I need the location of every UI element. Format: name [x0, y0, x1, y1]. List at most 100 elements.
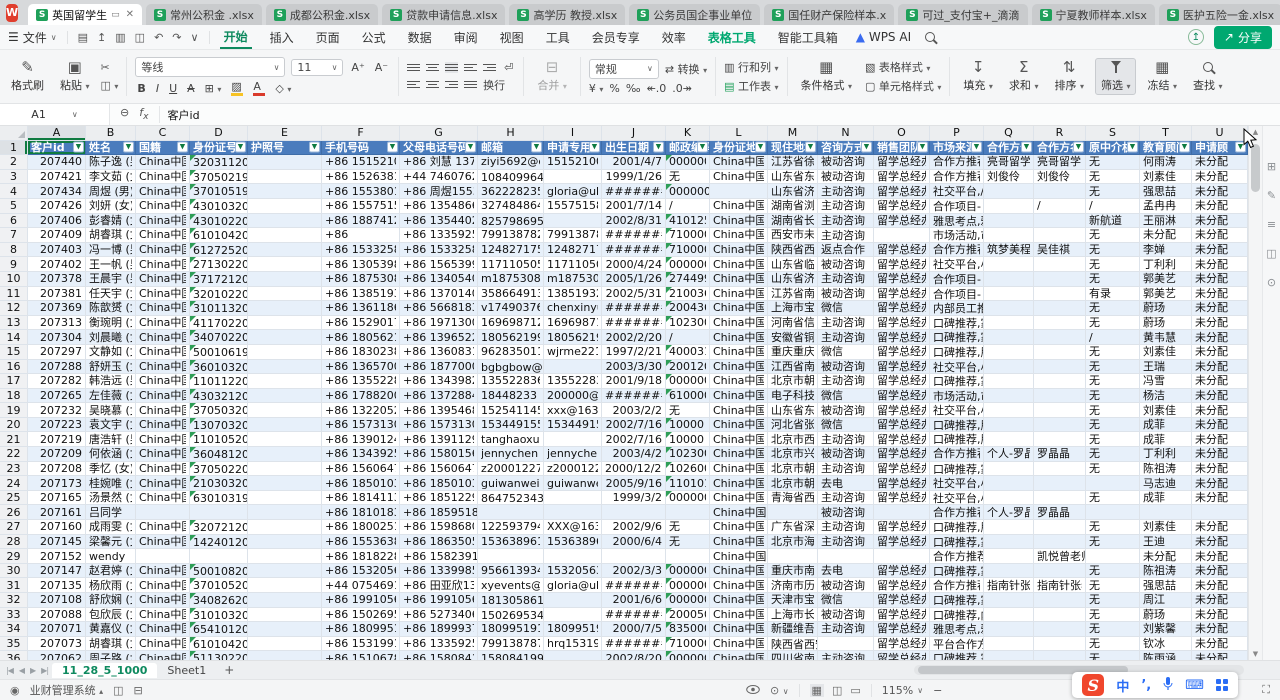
cell[interactable]: 000000 — [666, 491, 710, 506]
cell[interactable]: 370105199411221118 — [190, 184, 248, 199]
cell[interactable]: 271302200004241013 — [190, 257, 248, 272]
header-cell[interactable]: 手机号码▼ — [322, 141, 400, 156]
cell[interactable]: 雅思考点,雅思 — [930, 214, 984, 229]
cell[interactable]: 1999/1/26 — [602, 170, 666, 185]
zoom-out-button[interactable]: − — [933, 684, 942, 697]
prev-sheet-icon[interactable]: ◀ — [17, 666, 26, 675]
cell[interactable]: 江西省南昌 — [768, 360, 818, 375]
cell[interactable] — [544, 214, 602, 229]
cell[interactable]: xyevents@ — [478, 578, 544, 593]
cell[interactable]: 207313 — [28, 316, 86, 331]
cell[interactable]: 180995191 — [478, 622, 544, 637]
cell[interactable]: 710000 — [666, 243, 710, 258]
cell[interactable]: 无 — [1086, 491, 1140, 506]
cell[interactable]: 汤景然 (女 — [86, 491, 136, 506]
cell[interactable] — [248, 505, 322, 520]
cell[interactable] — [544, 608, 602, 623]
cell[interactable]: 2002/8/20 — [602, 651, 666, 660]
menu-tab-工具[interactable]: 工具 — [542, 27, 574, 48]
cell[interactable]: China中国 — [710, 622, 768, 637]
cell[interactable]: 口碑推荐,朋友 — [930, 345, 984, 360]
font-family-select[interactable]: 等线∨ — [135, 57, 285, 77]
cell[interactable]: +86 56681836 — [400, 301, 478, 316]
cell[interactable]: 207152 — [28, 549, 86, 564]
cell[interactable]: 207088 — [28, 608, 86, 623]
cell[interactable] — [248, 403, 322, 418]
cell[interactable] — [984, 403, 1034, 418]
document-tab[interactable]: S高学历 教授.xlsx — [509, 4, 625, 25]
cell[interactable]: 169698712 — [478, 316, 544, 331]
document-tab[interactable]: S可过_支付宝+_滴滴 — [898, 4, 1027, 25]
cell[interactable]: 主动咨询 — [818, 214, 874, 229]
cell[interactable]: 无 — [1086, 272, 1140, 287]
cell[interactable] — [248, 651, 322, 660]
share-button[interactable]: ↗分享 — [1214, 26, 1272, 49]
ime-language-toggle[interactable]: 中 — [1116, 676, 1129, 695]
filter-dropdown-icon[interactable]: ▼ — [653, 142, 664, 153]
cell[interactable]: 留学总经办 — [874, 651, 930, 660]
cell[interactable]: 207381 — [28, 287, 86, 302]
cell[interactable]: 108409964XXX@163. — [478, 170, 544, 185]
cell[interactable]: China中国 — [136, 155, 190, 170]
cell[interactable]: 142401200006041426 — [190, 535, 248, 550]
filter-dropdown-icon[interactable]: ▼ — [1021, 142, 1032, 153]
cell[interactable]: 370105200210270824 — [190, 578, 248, 593]
cell[interactable]: 口碑推荐,家长 — [930, 535, 984, 550]
cell[interactable] — [984, 301, 1034, 316]
header-cell[interactable]: 合作方公▼ — [984, 141, 1034, 156]
cell[interactable]: 丁利利 — [1140, 447, 1192, 462]
cell[interactable]: 210036 — [666, 287, 710, 302]
cell[interactable]: 被动咨询 — [818, 447, 874, 462]
cell[interactable]: +86 刘慧 137052 — [400, 155, 478, 170]
cell[interactable]: 207297 — [28, 345, 86, 360]
cell[interactable] — [248, 622, 322, 637]
cell[interactable]: 未分配 — [1192, 155, 1248, 170]
cell[interactable]: hrq153199 — [544, 637, 602, 652]
cell[interactable] — [248, 462, 322, 477]
cell[interactable]: 李文茹 (女 — [86, 170, 136, 185]
cell[interactable]: +86 1391129694 — [400, 432, 478, 447]
cell[interactable]: 207173 — [28, 476, 86, 491]
cell[interactable]: China中国 — [710, 593, 768, 608]
cell[interactable]: 未分配 — [1192, 272, 1248, 287]
cell[interactable]: 主动咨询 — [818, 228, 874, 243]
cell[interactable]: 口碑推荐,家长 — [930, 316, 984, 331]
cell[interactable] — [248, 418, 322, 433]
cell[interactable]: 合作项目- — [930, 287, 984, 302]
cell[interactable]: +86 田亚欣1395 — [400, 578, 478, 593]
cell[interactable]: 153638961 — [544, 535, 602, 550]
cell[interactable]: 500106199702210321 — [190, 345, 248, 360]
cell[interactable]: 153205635 — [544, 564, 602, 579]
cell[interactable]: China中国 — [710, 432, 768, 447]
cell[interactable] — [984, 374, 1034, 389]
cell[interactable]: 韩浩远 (男 — [86, 374, 136, 389]
cell[interactable]: 留学总经办 — [874, 432, 930, 447]
cell[interactable]: 强思喆 — [1140, 184, 1192, 199]
cell[interactable] — [602, 549, 666, 564]
row-number[interactable]: 20 — [0, 418, 28, 433]
cell[interactable] — [248, 578, 322, 593]
cell[interactable]: +86 18501030 — [322, 476, 400, 491]
cell[interactable] — [248, 199, 322, 214]
cell[interactable]: 蔚玚 — [1140, 608, 1192, 623]
cell[interactable] — [248, 491, 322, 506]
cell[interactable]: China中国 — [710, 447, 768, 462]
cell[interactable]: China中国 — [710, 257, 768, 272]
cell[interactable]: 亮哥留学 — [984, 155, 1034, 170]
cell[interactable]: +86 18101832 — [322, 505, 400, 520]
cell[interactable]: China中国 — [136, 199, 190, 214]
cell[interactable]: 被动咨询 — [818, 505, 874, 520]
cell[interactable]: 留学总经办 — [874, 403, 930, 418]
cell[interactable]: +86 1991056865 — [400, 593, 478, 608]
cell[interactable] — [1086, 549, 1140, 564]
cell[interactable]: 湖南省浏阳 — [768, 199, 818, 214]
cell[interactable]: 200050 — [666, 608, 710, 623]
menu-tab-公式[interactable]: 公式 — [358, 27, 390, 48]
last-sheet-icon[interactable]: ▶| — [39, 666, 50, 675]
cell[interactable]: 指南针张老师 — [984, 578, 1034, 593]
cell[interactable]: 留学总经办 — [874, 301, 930, 316]
print-icon[interactable]: ▥ — [115, 31, 125, 44]
cell[interactable]: +86 13851932 — [322, 287, 400, 302]
ime-mic-icon[interactable] — [1163, 677, 1173, 694]
cell[interactable]: 留学总经办 — [874, 389, 930, 404]
